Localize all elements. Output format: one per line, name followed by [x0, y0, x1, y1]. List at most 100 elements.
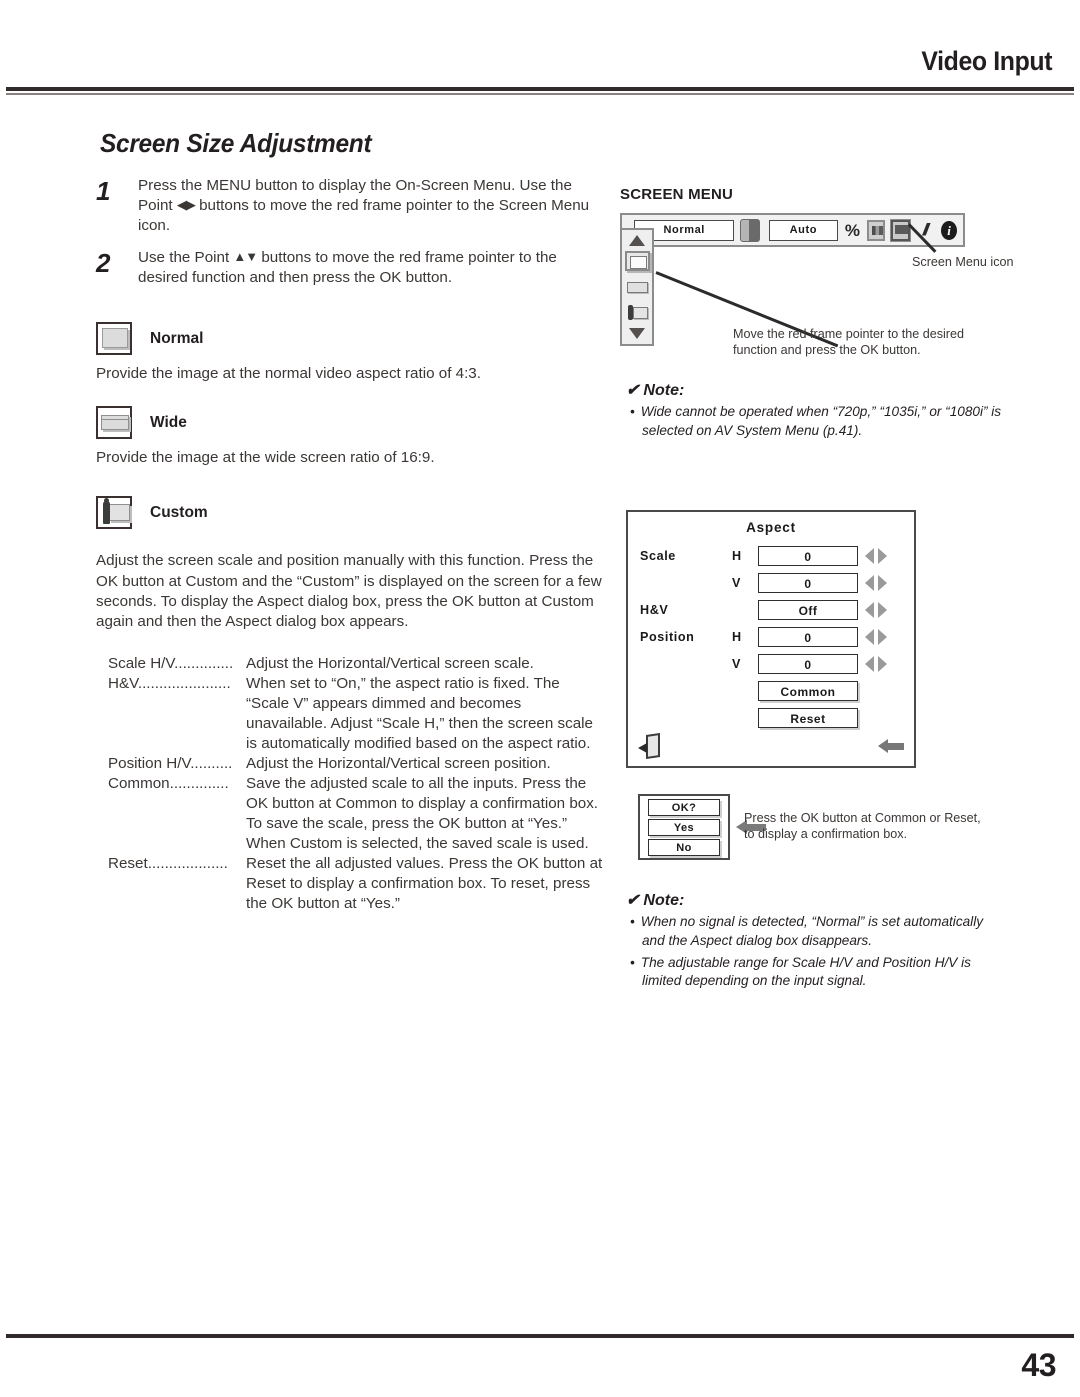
confirmation-box: OK? Yes No — [638, 794, 730, 860]
position-h-value[interactable]: 0 — [758, 627, 858, 647]
aspect-row-scale-h: Scale H 0 — [640, 543, 902, 569]
note-item: When no signal is detected, “Normal” is … — [626, 913, 998, 951]
color-adjust-icon[interactable]: % — [844, 220, 862, 241]
definition-description: Adjust the Horizontal/Vertical screen po… — [246, 755, 551, 772]
definition-term: Scale H/V.............. — [96, 654, 246, 674]
term-dots: ................... — [147, 855, 228, 873]
hv-value[interactable]: Off — [758, 600, 858, 620]
step-number: 2 — [96, 248, 111, 279]
definition-description: When set to “On,” the aspect ratio is fi… — [246, 674, 593, 752]
side-screen-normal-icon[interactable] — [624, 251, 650, 271]
left-column: 1 Press the MENU button to display the O… — [96, 176, 606, 915]
check-icon: ✔ — [626, 382, 640, 399]
aspect-row-label: Scale — [640, 549, 676, 563]
scale-v-value[interactable]: 0 — [758, 573, 858, 593]
mode-description: Provide the image at the normal video as… — [96, 365, 481, 383]
aspect-row-label: Position — [640, 630, 695, 644]
note-top: ✔Note: Wide cannot be operated when “720… — [626, 380, 1006, 441]
mode-label: Normal — [150, 329, 204, 347]
mode-label: Wide — [150, 413, 187, 431]
term-text: H&V — [108, 674, 138, 692]
aspect-row-axis: H — [732, 549, 742, 563]
position-h-spinner[interactable] — [865, 629, 887, 645]
term-text: Position H/V — [108, 755, 191, 772]
back-arrow-icon[interactable] — [878, 739, 904, 753]
side-screen-wide-glyph — [626, 282, 648, 293]
step-text: Press the MENU button to display the On-… — [138, 176, 606, 236]
mode-description: Provide the image at the wide screen rat… — [96, 449, 435, 467]
aspect-row-axis: H — [732, 630, 742, 644]
point-updown-icon: ▲▼ — [233, 249, 258, 265]
reset-button[interactable]: Reset — [758, 708, 858, 728]
back-arrow-shaft — [886, 743, 904, 750]
aspect-dialog: Aspect Scale H 0 V 0 H&V Off Position H … — [626, 510, 916, 768]
mode-custom: Custom — [96, 496, 606, 530]
side-screen-custom-screen-glyph — [632, 307, 648, 319]
side-screen-custom-icon[interactable] — [625, 303, 650, 323]
step-number: 1 — [96, 176, 111, 206]
common-button[interactable]: Common — [758, 681, 858, 701]
scale-h-spinner[interactable] — [865, 548, 887, 564]
definition-term: Common.............. — [96, 774, 246, 854]
image-select-icon[interactable] — [867, 219, 886, 241]
confirm-no-button[interactable]: No — [648, 839, 720, 856]
aspect-row-axis: V — [732, 576, 741, 590]
step-text-a: Use the Point — [138, 249, 234, 267]
screen-menu-icon[interactable] — [890, 218, 911, 242]
confirmation-caption: Press the OK button at Common or Reset, … — [744, 811, 981, 842]
osd-auto-field[interactable]: Auto — [768, 219, 838, 241]
note-item: The adjustable range for Scale H/V and P… — [626, 954, 998, 992]
custom-paragraph: Adjust the screen scale and position man… — [96, 552, 602, 630]
quit-door-glyph — [646, 733, 660, 759]
note-heading: ✔ Note: — [626, 380, 1006, 400]
scroll-up-icon[interactable] — [629, 235, 645, 246]
step-1: 1 Press the MENU button to display the O… — [96, 176, 606, 236]
definition-term: Position H/V.......... — [96, 754, 246, 774]
scale-h-value[interactable]: 0 — [758, 546, 858, 566]
note-bottom: ✔Note: When no signal is detected, “Norm… — [626, 890, 998, 991]
page-title: Video Input — [921, 46, 1052, 76]
screen-wide-icon — [96, 406, 132, 440]
aspect-row-axis: V — [732, 657, 741, 671]
point-lr-icon: ◀▶ — [176, 197, 196, 213]
callout-screen-menu-icon: Screen Menu icon — [912, 255, 1014, 269]
hv-spinner[interactable] — [865, 602, 887, 618]
back-arrow-head — [878, 739, 888, 753]
definition-list: Scale H/V.............. Adjust the Horiz… — [96, 654, 606, 915]
confirm-yes-button[interactable]: Yes — [648, 819, 720, 836]
aspect-row-reset: Reset — [640, 705, 902, 731]
quit-icon[interactable] — [638, 733, 662, 759]
information-icon[interactable]: i — [941, 220, 957, 240]
screen-custom-screen-glyph — [109, 504, 130, 522]
definition-row: Reset................... Reset the all a… — [96, 854, 606, 914]
page-header: Video Input — [0, 0, 1080, 96]
definition-description: Adjust the Horizontal/Vertical screen sc… — [246, 654, 534, 672]
definition-term: Reset................... — [96, 854, 246, 914]
screen-normal-glyph — [102, 328, 128, 349]
aspect-dialog-title: Aspect — [746, 520, 796, 535]
input-icon[interactable] — [740, 218, 760, 242]
note-heading-text: Note: — [643, 382, 685, 399]
section-heading: Screen Size Adjustment — [100, 128, 372, 158]
side-screen-wide-icon[interactable] — [625, 277, 650, 297]
scale-v-spinner[interactable] — [865, 575, 887, 591]
header-rule-thin — [6, 93, 1074, 95]
mode-normal: Normal — [96, 322, 606, 356]
step-text: Use the Point ▲▼ buttons to move the red… — [138, 248, 606, 288]
position-v-spinner[interactable] — [865, 656, 887, 672]
term-text: Common — [108, 775, 170, 793]
term-text: Scale H/V — [108, 654, 175, 672]
check-icon: ✔ — [626, 892, 640, 909]
screen-wide-glyph — [101, 415, 129, 431]
aspect-row-common: Common — [640, 678, 902, 704]
footer-rule — [6, 1334, 1074, 1338]
note-item: Wide cannot be operated when “720p,” “10… — [626, 403, 1006, 441]
page-number: 43 — [1021, 1347, 1056, 1383]
position-v-value[interactable]: 0 — [758, 654, 858, 674]
screen-custom-person-glyph — [103, 498, 110, 525]
term-text: Reset — [108, 855, 148, 873]
aspect-row-position-v: V 0 — [640, 651, 902, 677]
side-screen-normal-glyph — [629, 256, 647, 269]
scroll-down-icon[interactable] — [629, 328, 645, 339]
aspect-row-hv: H&V Off — [640, 597, 902, 623]
